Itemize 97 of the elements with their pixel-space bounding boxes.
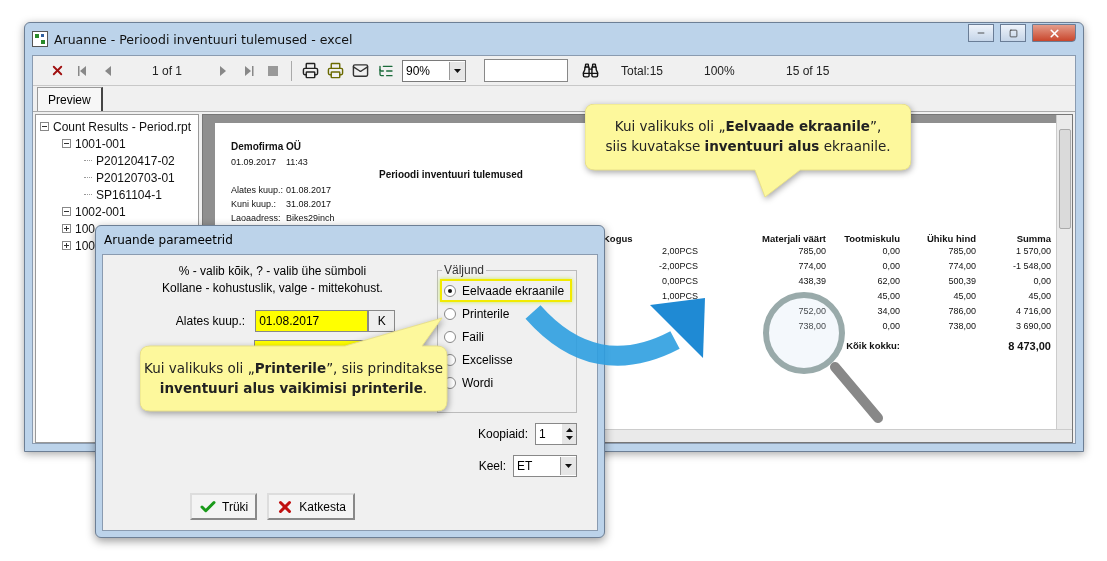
tree-item[interactable]: P20120417-02	[96, 153, 175, 168]
group-label: Väljund	[443, 263, 486, 277]
close-icon	[1047, 26, 1061, 40]
table-cell-text: 785,00	[947, 246, 976, 258]
table-cell-text: 1 570,00	[1014, 246, 1051, 258]
field-label: Laoaadress:	[231, 213, 282, 223]
table-cell-text: 45,00	[1027, 291, 1051, 303]
field-value: 31.08.2017	[286, 199, 332, 209]
radio-button[interactable]	[444, 330, 456, 343]
language-select[interactable]: ET	[513, 455, 577, 477]
table-cell-text: 500,39	[947, 276, 976, 288]
callout-text: Kui valikuks oli „Eelvaade ekraanile”, siis kuvatakse inventuuri alus ekraanile.	[604, 117, 892, 156]
table-cell-text: 438,39	[797, 276, 826, 288]
table-cell-text: 786,00	[947, 306, 976, 318]
column-header: Tootmiskulu	[843, 233, 900, 244]
caret-icon	[565, 464, 572, 468]
field-value: 01.08.2017	[286, 185, 332, 195]
option-label: Wordi	[462, 375, 494, 390]
table-cell-text: 774,00	[947, 261, 976, 273]
hint-text: Kollane - kohustuslik, valge - mittekohust.	[162, 280, 383, 297]
expand-toggle[interactable]	[62, 241, 71, 250]
table-cell-text: 752,00	[797, 306, 826, 318]
close-button[interactable]	[1032, 24, 1076, 42]
tree-item[interactable]: Count Results - Period.rpt	[53, 119, 192, 134]
spin-arrows-icon	[565, 428, 573, 440]
tree-item[interactable]: 100	[75, 221, 96, 236]
table-cell-text: 4 716,00	[1014, 306, 1051, 318]
table-cell-text: 3 690,00	[1014, 321, 1051, 333]
report-date: 01.09.2017	[231, 157, 278, 167]
copies-spinner[interactable]: 1	[535, 423, 577, 445]
option-label: Faili	[462, 329, 484, 344]
column-header: Materjali väärt	[761, 233, 826, 244]
table-cell-text: 2,00PCS	[660, 246, 698, 258]
minimize-button[interactable]	[968, 24, 994, 42]
page-indicator: 1 of 1	[152, 63, 184, 78]
option-label: Excelisse	[462, 352, 513, 367]
radio-button[interactable]	[444, 284, 456, 297]
search-field[interactable]	[484, 59, 568, 82]
table-cell-text: 0,00	[881, 261, 900, 273]
collapse-toggle[interactable]	[62, 139, 71, 148]
field-label: Koopiaid:	[477, 427, 528, 441]
table-cell-text: 0,00	[881, 321, 900, 333]
table-cell-text: 45,00	[952, 291, 976, 303]
tree-item[interactable]: 1001-001	[75, 136, 126, 151]
maximize-button[interactable]	[1000, 24, 1026, 42]
vertical-scrollbar[interactable]	[1056, 115, 1072, 429]
table-cell-text: 62,00	[876, 276, 900, 288]
table-cell-text: 785,00	[797, 246, 826, 258]
cancel-button[interactable]: Katkesta	[267, 493, 355, 520]
report-title: Perioodi inventuuri tulemused	[379, 169, 524, 182]
table-cell-text: -2,00PCS	[657, 261, 698, 273]
zoom-select[interactable]: 90%	[402, 59, 466, 82]
column-header: Ühiku hind	[925, 233, 976, 244]
collapse-toggle[interactable]	[40, 122, 49, 131]
option-label: Printerile	[462, 306, 510, 321]
option-label: Eelvaade ekraanile	[462, 283, 565, 298]
preview-tab[interactable]: Preview	[37, 87, 103, 111]
total-value: 8 473,00	[1007, 340, 1051, 352]
print-button[interactable]: Trüki	[190, 493, 258, 520]
app-icon	[32, 31, 48, 47]
expand-toggle[interactable]	[62, 224, 71, 233]
company-name: Demofirma OÜ	[231, 141, 301, 152]
maximize-icon	[1008, 28, 1018, 38]
table-cell-text: 738,00	[947, 321, 976, 333]
field-label: Alates kuup.:	[231, 185, 285, 195]
field-value: Bikes29inch	[286, 213, 335, 223]
table-cell-text: 0,00	[1032, 276, 1051, 288]
table-cell-text: 0,00	[881, 246, 900, 258]
radio-button[interactable]	[444, 307, 456, 320]
callout-text: Kui valikuks oli „Printerile”, siis prinditakse inventuuri alus vaikimisi printerile.	[142, 359, 445, 398]
date-field[interactable]: 01.08.2017	[255, 310, 369, 332]
total-label: Kõik kokku:	[845, 340, 900, 352]
table-cell-text: 34,00	[876, 306, 900, 318]
tree-item[interactable]: 100	[75, 238, 96, 253]
table-cell-text: 0,00PCS	[660, 276, 698, 288]
field-label: Alates kuup.:	[175, 314, 246, 328]
field-label: Keel:	[478, 459, 506, 473]
table-cell-text: 45,00	[876, 291, 900, 303]
tree-item[interactable]: 1002-001	[75, 204, 126, 219]
total-count: Total:15	[621, 63, 665, 78]
collapse-toggle[interactable]	[62, 207, 71, 216]
caret-icon	[454, 68, 461, 73]
calendar-button[interactable]: K	[368, 310, 396, 332]
table-cell-text: 1,00PCS	[660, 291, 698, 303]
window-title: Aruanne - Perioodi inventuuri tulemused - excel	[54, 31, 354, 47]
table-cell-text: -1 548,00	[1011, 261, 1051, 273]
tree-item[interactable]: P20120703-01	[96, 170, 175, 185]
table-cell-text: 774,00	[797, 261, 826, 273]
record-count: 15 of 15	[786, 63, 831, 78]
field-label: Kuni kuup.:	[231, 199, 278, 209]
zoom-percent: 100%	[704, 63, 736, 78]
hint-text: % - valib kõik, ? - valib ühe sümboli	[178, 263, 367, 280]
tree-item[interactable]: SP161104-1	[96, 187, 162, 202]
column-header: Summa	[1015, 233, 1051, 244]
report-time: 11:43	[286, 157, 308, 167]
dialog-title: Aruande parameetrid	[103, 232, 234, 249]
table-cell-text: 738,00	[797, 321, 826, 333]
